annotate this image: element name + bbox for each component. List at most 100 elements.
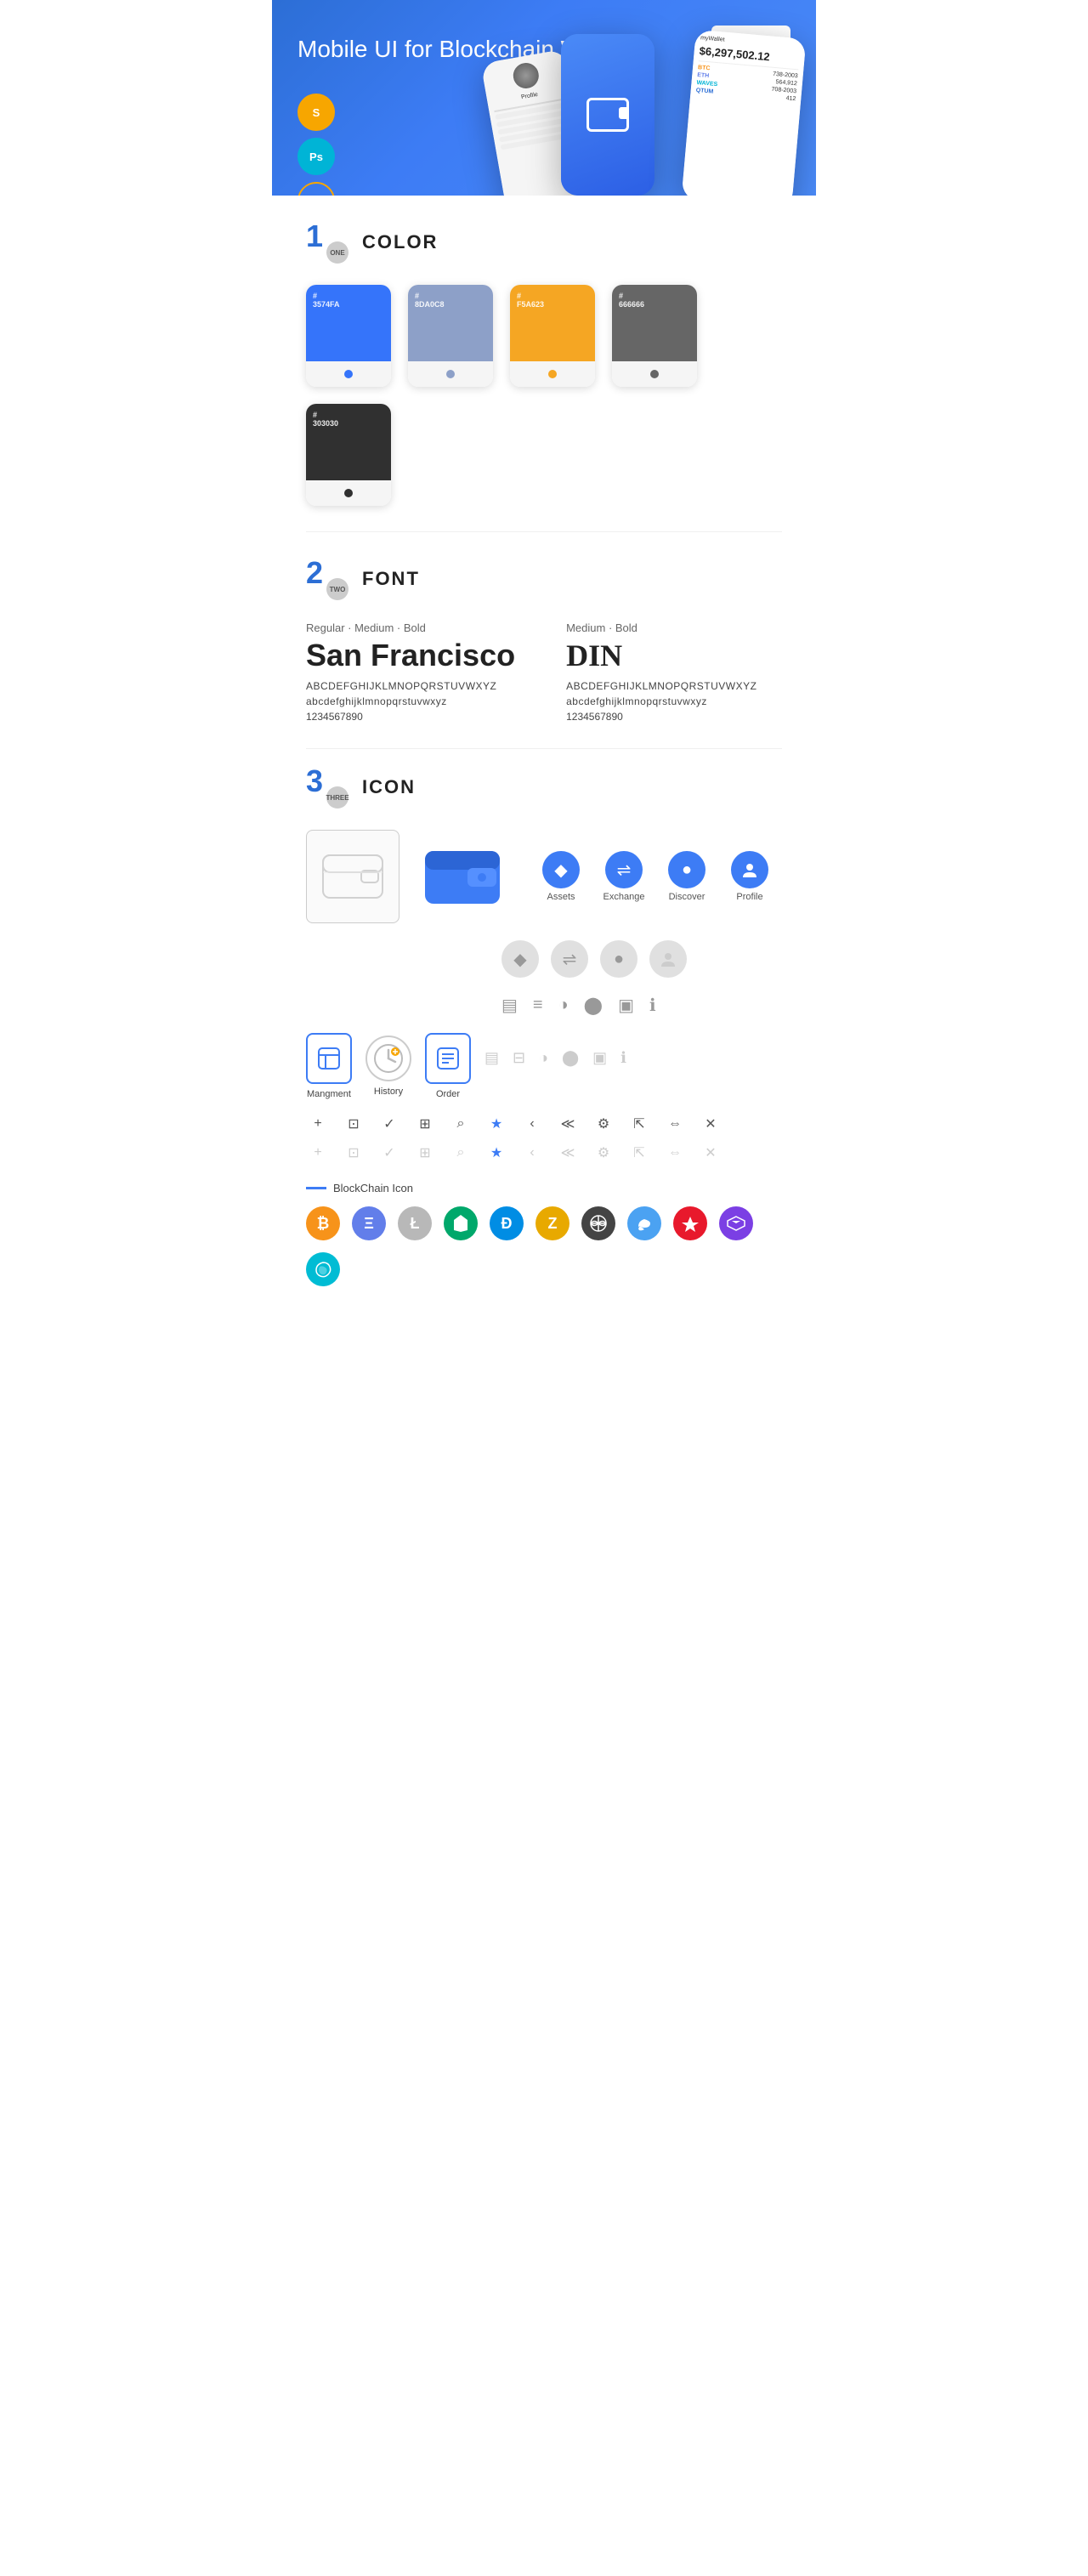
icon-main-grid: ◆ Assets ⇌ Exchange ● Discover Profile	[306, 830, 782, 923]
si-close: ✕	[699, 1112, 722, 1136]
misc-icon-4: ⬤	[584, 995, 603, 1016]
si-share: ≪	[556, 1112, 580, 1136]
color-card-dark: #303030	[306, 404, 391, 506]
section-header-color: 1 ONE COLOR	[306, 221, 782, 264]
si-back-gray: ‹	[520, 1141, 544, 1165]
hero-section: Mobile UI for Blockchain Wallet UI Kit S…	[272, 0, 816, 196]
color-swatches-row: #3574FA #8DA0C8 #F5A623 #666666 #303030	[306, 285, 782, 506]
extra-icon-1: ▤	[484, 1049, 499, 1067]
misc-icon-5: ▣	[618, 995, 634, 1016]
color-section: 1 ONE COLOR #3574FA #8DA0C8 #F5A623 #666…	[272, 196, 816, 531]
crypto-ltc: Ł	[398, 1206, 432, 1240]
hero-badges: S Ps 60+ Screens	[298, 94, 335, 196]
crypto-sky	[306, 1252, 340, 1286]
font-section-title: FONT	[362, 568, 420, 590]
icon-box-order: Order	[425, 1033, 471, 1099]
crypto-eth: Ξ	[352, 1206, 386, 1240]
si-check: ✓	[377, 1112, 401, 1136]
nav-icons-gray-row: ◆ ⇌ ●	[502, 940, 782, 978]
crypto-grid	[581, 1206, 615, 1240]
si-share-gray: ≪	[556, 1141, 580, 1165]
icon-discover-gray: ●	[600, 940, 638, 978]
section-num-3: 3 THREE	[306, 766, 348, 809]
si-search: ⌕	[449, 1112, 473, 1136]
si-check-gray: ✓	[377, 1141, 401, 1165]
misc-icon-2: ≡	[533, 996, 543, 1015]
small-icons-row-1: + ⊡ ✓ ⊞ ⌕ ★ ‹ ≪ ⚙ ⇱ ⇔ ✕	[306, 1112, 782, 1136]
si-upload-gray: ⇱	[627, 1141, 651, 1165]
si-close-gray: ✕	[699, 1141, 722, 1165]
section-num-2: 2 TWO	[306, 558, 348, 600]
misc-icon-1: ▤	[502, 995, 518, 1016]
font-sf-block: Regular · Medium · Bold San Francisco AB…	[306, 621, 515, 723]
si-plus: +	[306, 1112, 330, 1136]
icon-discover: ● Discover	[661, 851, 712, 902]
si-qr: ⊞	[413, 1112, 437, 1136]
section-header-font: 2 TWO FONT	[306, 558, 782, 600]
si-star: ★	[484, 1112, 508, 1136]
section-header-icon: 3 THREE ICON	[306, 766, 782, 809]
si-document-gray: ⊡	[342, 1141, 366, 1165]
misc-icon-6: ℹ	[649, 995, 656, 1016]
color-section-title: COLOR	[362, 231, 438, 253]
color-card-steelblue: #8DA0C8	[408, 285, 493, 387]
crypto-ark	[673, 1206, 707, 1240]
nav-icons-group: ◆ Assets ⇌ Exchange ● Discover Profile	[536, 851, 775, 902]
extra-icon-2: ⊟	[513, 1049, 525, 1067]
crypto-btc: ₿	[306, 1206, 340, 1240]
si-gear: ⚙	[592, 1112, 615, 1136]
icon-profile: Profile	[724, 851, 775, 902]
extra-icon-5: ▣	[592, 1049, 607, 1067]
font-din-block: Medium · Bold DIN ABCDEFGHIJKLMNOPQRSTUV…	[566, 621, 756, 723]
crypto-icons-row: ₿ Ξ Ł Đ Z	[306, 1206, 782, 1303]
si-swap-gray: ⇔	[663, 1141, 687, 1165]
icon-profile-gray	[649, 940, 687, 978]
icon-section-title: ICON	[362, 776, 416, 798]
icon-exchange: ⇌ Exchange	[598, 851, 649, 902]
color-card-gray: #666666	[612, 285, 697, 387]
icon-section: 3 THREE ICON	[272, 749, 816, 1329]
icon-colored-wallet	[416, 830, 510, 923]
screens-badge: 60+ Screens	[298, 182, 335, 196]
crypto-zcash: Z	[536, 1206, 570, 1240]
si-plus-gray: +	[306, 1141, 330, 1165]
si-gear-gray: ⚙	[592, 1141, 615, 1165]
misc-icons-row: ▤ ≡ ◑ ⬤ ▣ ℹ	[502, 995, 782, 1016]
crypto-dash: Đ	[490, 1206, 524, 1240]
phone-mock-3: myWallet $6,297,502.12 BTC 738-2003 ETH …	[682, 30, 807, 196]
font-section: 2 TWO FONT Regular · Medium · Bold San F…	[272, 532, 816, 748]
color-card-blue: #3574FA	[306, 285, 391, 387]
icon-assets: ◆ Assets	[536, 851, 586, 902]
section-num-1: 1 ONE	[306, 221, 348, 264]
sketch-badge: S	[298, 94, 335, 131]
crypto-neo	[444, 1206, 478, 1240]
si-upload: ⇱	[627, 1112, 651, 1136]
si-swap: ⇔	[663, 1112, 687, 1136]
phone-mock-2	[561, 34, 654, 196]
icon-assets-gray: ◆	[502, 940, 539, 978]
font-row: Regular · Medium · Bold San Francisco AB…	[306, 621, 782, 723]
small-icons-row-2: + ⊡ ✓ ⊞ ⌕ ★ ‹ ≪ ⚙ ⇱ ⇔ ✕	[306, 1141, 782, 1165]
si-star-gray: ★	[484, 1141, 508, 1165]
phones-area: Profile myWallet $6,297,502.12 BTC	[476, 26, 816, 196]
blockchain-label: BlockChain Icon	[306, 1182, 782, 1194]
icon-exchange-gray: ⇌	[551, 940, 588, 978]
icon-box-mangment: Mangment	[306, 1033, 352, 1099]
extra-icon-6: ℹ	[620, 1049, 626, 1067]
ps-badge: Ps	[298, 138, 335, 175]
si-document: ⊡	[342, 1112, 366, 1136]
si-search-gray: ⌕	[449, 1141, 473, 1165]
color-card-orange: #F5A623	[510, 285, 595, 387]
si-back: ‹	[520, 1112, 544, 1136]
si-qr-gray: ⊞	[413, 1141, 437, 1165]
extra-icon-4: ⬤	[562, 1049, 579, 1067]
icon-box-history: History	[366, 1036, 411, 1097]
extra-icon-3: ◑	[539, 1049, 548, 1067]
blockchain-line-icon	[306, 1187, 326, 1189]
crypto-steem	[627, 1206, 661, 1240]
app-icons-row: Mangment History	[306, 1033, 782, 1099]
blockchain-label-text: BlockChain Icon	[333, 1182, 413, 1194]
crypto-pol	[719, 1206, 753, 1240]
misc-icon-3: ◑	[558, 996, 569, 1015]
icon-wireframe-1	[306, 830, 400, 923]
